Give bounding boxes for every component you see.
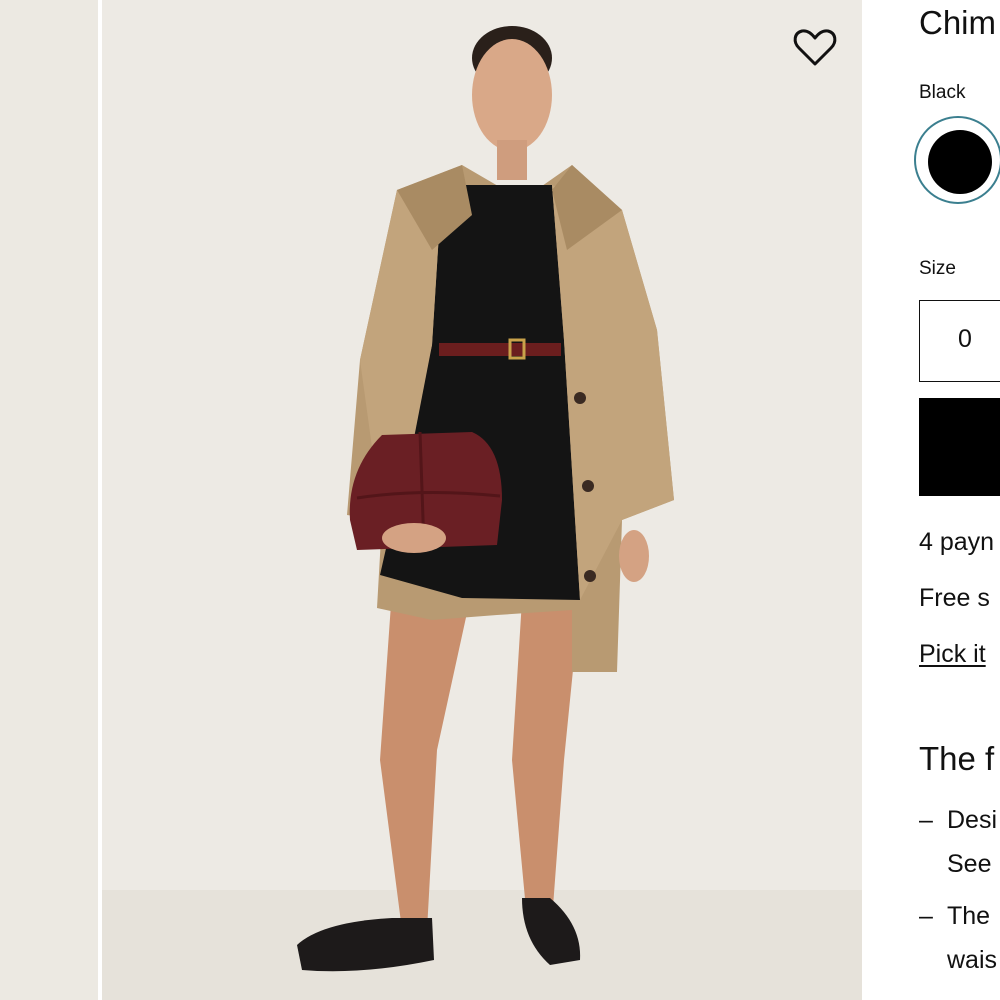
add-to-bag-button[interactable] [919, 398, 1000, 496]
bullet-dash: – [919, 902, 933, 930]
size-option-label: 0 [958, 325, 972, 353]
heart-outline-icon [793, 29, 837, 66]
bullet-line: The [947, 902, 991, 930]
details-heading: The f [919, 740, 995, 777]
bullet-line: Desi [947, 806, 998, 834]
bullet-line: See [947, 850, 992, 878]
color-swatch-black[interactable] [928, 130, 992, 194]
gallery-thumbnail[interactable] [0, 0, 98, 1000]
bullet-dash: – [919, 806, 933, 834]
size-label: Size [919, 258, 956, 279]
main-product-image[interactable] [102, 0, 862, 1000]
product-title: Chim [919, 4, 997, 41]
size-option-0[interactable]: 0 [919, 300, 1000, 382]
color-label: Black [919, 82, 966, 103]
pickup-link[interactable]: Pick it [919, 640, 986, 669]
favorite-button[interactable] [791, 26, 839, 70]
bullet-line: wais [947, 946, 998, 974]
payments-info: 4 payn [919, 528, 995, 556]
shipping-info: Free s [919, 584, 990, 612]
model-illustration [297, 26, 674, 972]
